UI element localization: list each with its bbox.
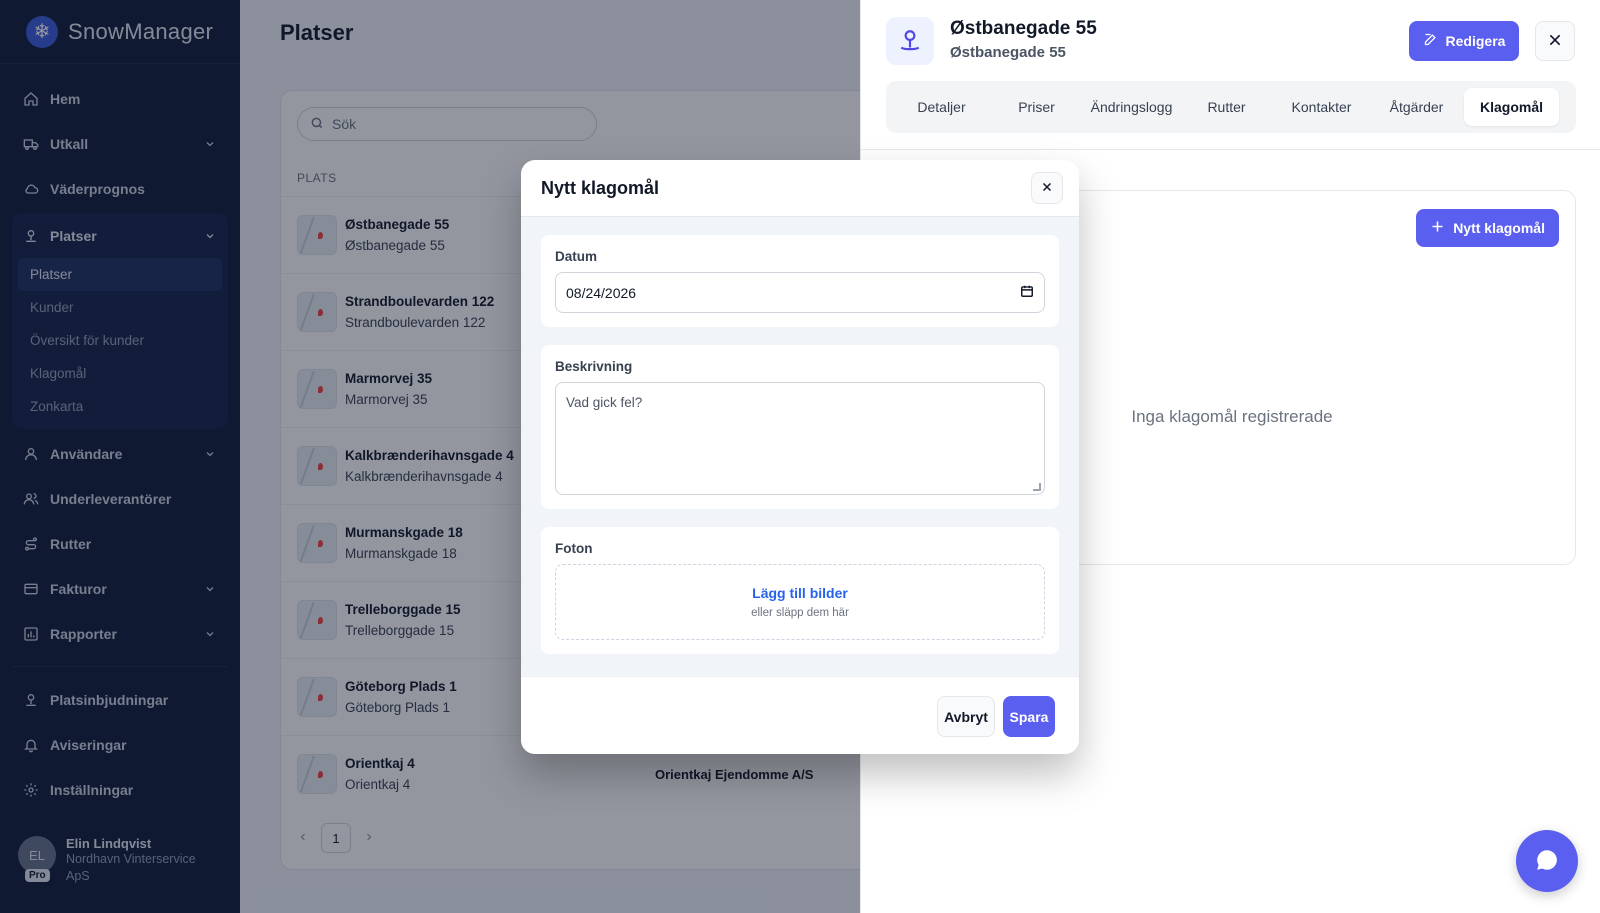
description-label: Beskrivning [555,359,633,374]
tab-andringslogg[interactable]: Ändringslogg [1084,88,1179,126]
modal-body: Datum 08/24/2026 Beskrivning Vad gick fe… [521,217,1079,677]
edit-button[interactable]: Redigera [1409,21,1519,61]
tab-priser[interactable]: Priser [989,88,1084,126]
calendar-icon[interactable] [1020,284,1034,301]
description-placeholder: Vad gick fel? [566,395,643,410]
new-complaint-button[interactable]: Nytt klagomål [1416,209,1559,247]
plus-icon [1430,219,1445,237]
close-icon [1041,180,1053,196]
close-drawer-button[interactable] [1535,21,1575,61]
resize-handle-icon[interactable] [1033,483,1041,491]
tab-detaljer[interactable]: Detaljer [894,88,989,126]
close-icon [1547,32,1563,51]
tab-rutter[interactable]: Rutter [1179,88,1274,126]
add-images-link[interactable]: Lägg till bilder [752,585,848,601]
chat-icon [1534,847,1560,876]
date-value: 08/24/2026 [566,284,637,301]
photos-label: Foton [555,541,593,556]
new-complaint-label: Nytt klagomål [1453,220,1545,236]
drawer-header: Østbanegade 55 Østbanegade 55 Redigera D… [861,0,1600,150]
description-section: Beskrivning Vad gick fel? [541,345,1059,509]
modal-header: Nytt klagomål [521,160,1079,217]
tab-kontakter[interactable]: Kontakter [1274,88,1369,126]
date-section: Datum 08/24/2026 [541,235,1059,327]
modal-title: Nytt klagomål [541,178,660,198]
drawer-title: Østbanegade 55 [950,18,1097,39]
chat-button[interactable] [1516,830,1578,892]
cancel-button[interactable]: Avbryt [937,696,995,737]
photo-dropzone[interactable]: Lägg till bilder eller släpp dem här [555,564,1045,640]
location-pin-icon [886,17,934,65]
drawer-tabs: Detaljer Priser Ändringslogg Rutter Kont… [886,81,1576,133]
edit-icon [1423,32,1438,50]
drop-hint: eller släpp dem här [751,607,849,619]
modal-footer: Avbryt Spara [521,676,1079,754]
description-field[interactable]: Vad gick fel? [555,382,1045,495]
date-field[interactable]: 08/24/2026 [555,272,1045,313]
close-modal-button[interactable] [1031,172,1063,204]
tab-klagomal[interactable]: Klagomål [1464,88,1559,126]
photos-section: Foton Lägg till bilder eller släpp dem h… [541,527,1059,654]
new-complaint-modal: Nytt klagomål Datum 08/24/2026 Beskrivni… [521,160,1079,754]
tab-atgarder[interactable]: Åtgärder [1369,88,1464,126]
edit-button-label: Redigera [1445,33,1506,49]
drawer-subtitle: Østbanegade 55 [950,44,1066,61]
date-label: Datum [555,249,598,264]
save-button[interactable]: Spara [1003,696,1055,737]
